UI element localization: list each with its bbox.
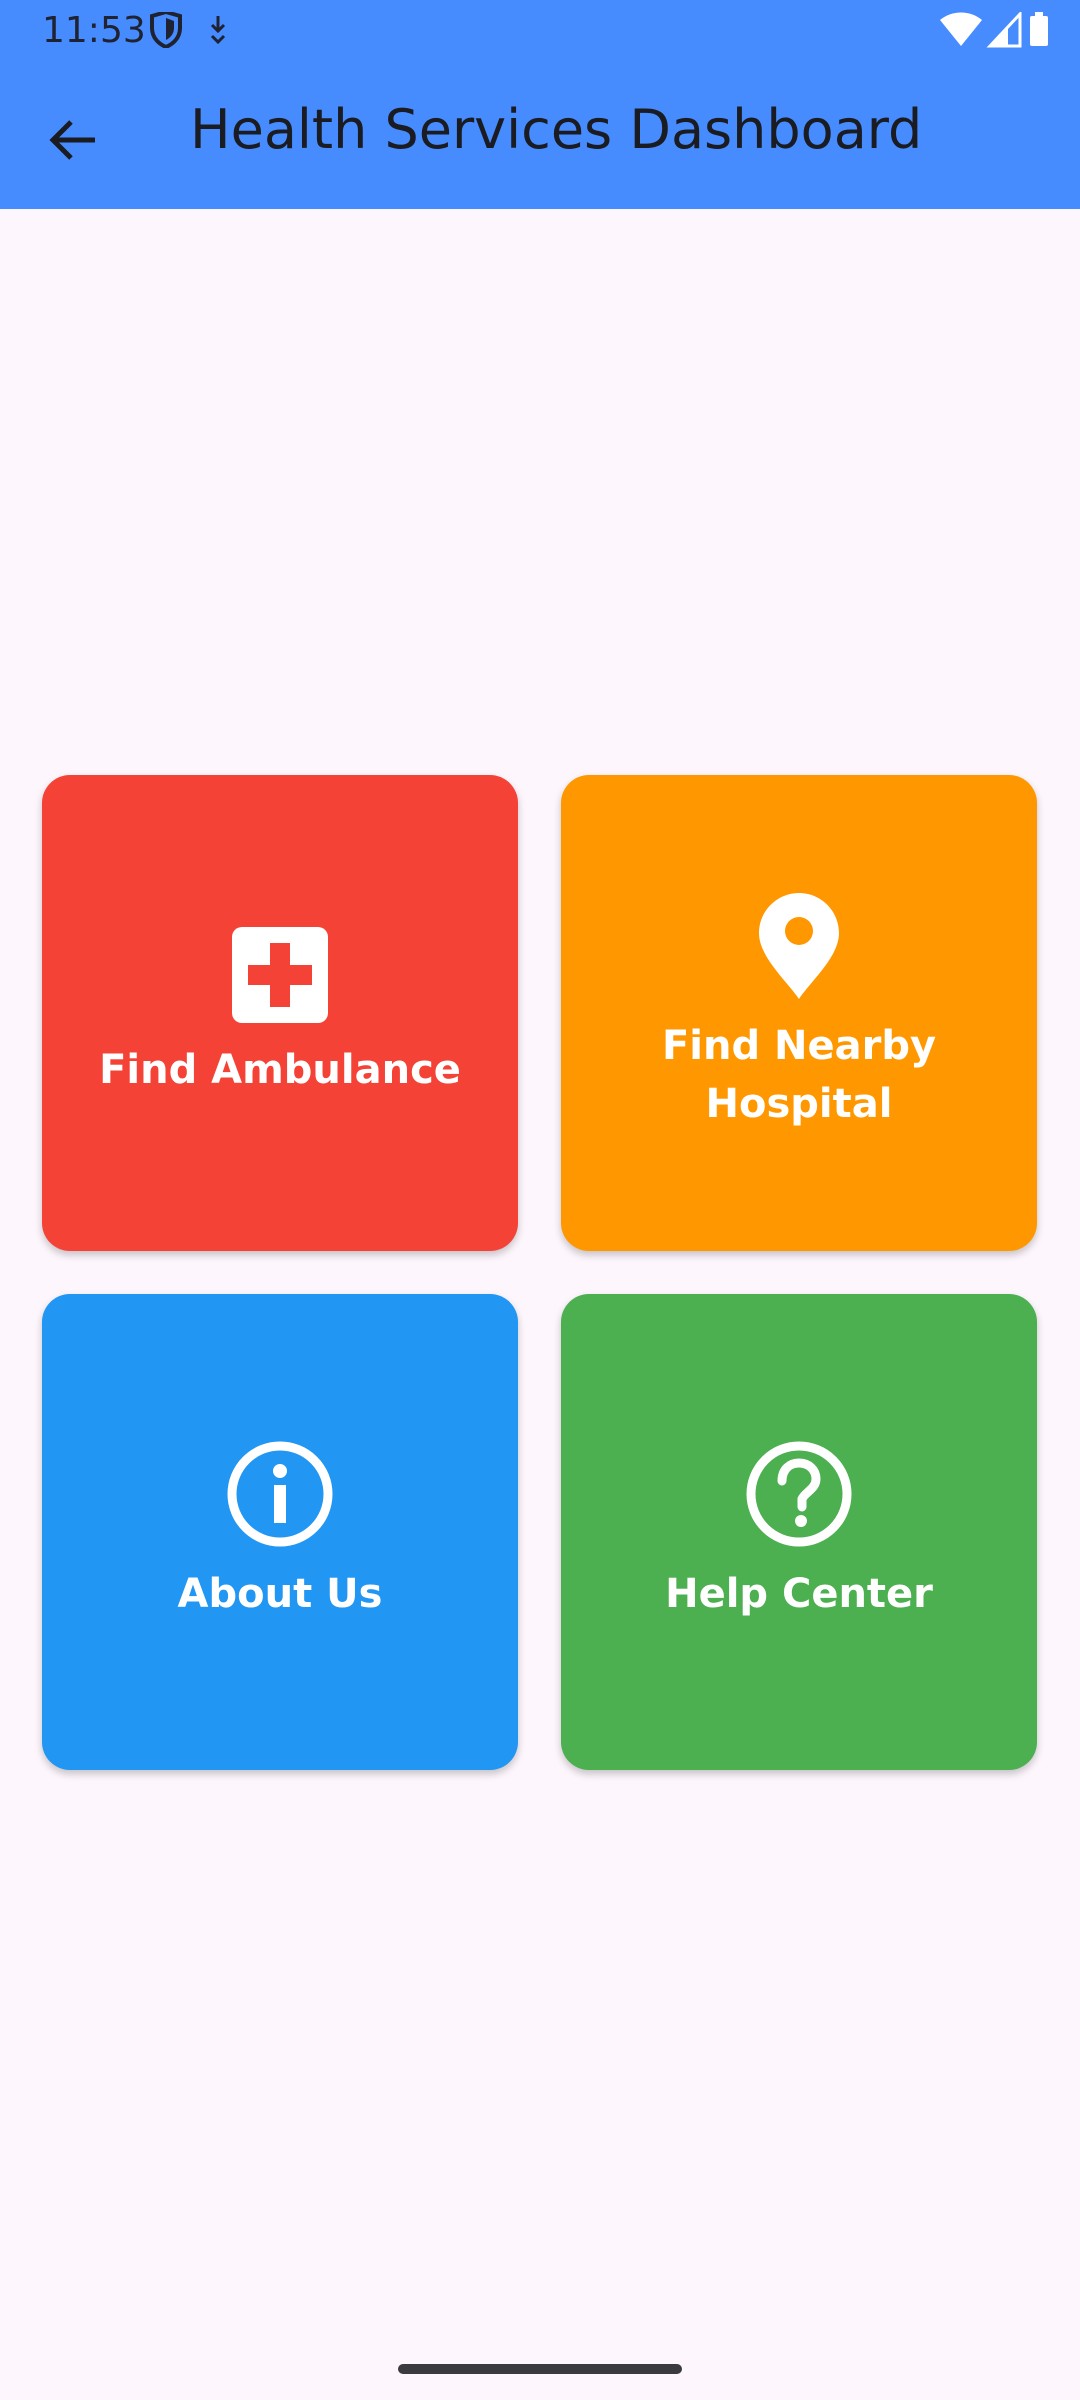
download-status-icon	[210, 16, 226, 45]
home-indicator[interactable]	[398, 2364, 682, 2374]
back-button[interactable]	[30, 97, 116, 183]
signal-icon	[986, 10, 1022, 48]
find-ambulance-tile[interactable]: Find Ambulance	[42, 775, 518, 1251]
help-center-label: Help Center	[665, 1571, 933, 1617]
arrow-back-icon	[49, 120, 95, 160]
about-us-tile[interactable]: About Us	[42, 1294, 518, 1770]
status-system-icons	[940, 10, 1050, 52]
status-notification-icons	[146, 9, 236, 52]
find-ambulance-label: Find Ambulance	[99, 1047, 461, 1093]
find-nearby-hospital-label: Find Nearby Hospital	[661, 1023, 937, 1127]
location-pin-icon	[759, 893, 839, 1003]
shield-icon	[150, 9, 182, 50]
toolbar: Health Services Dashboard	[0, 60, 1080, 209]
find-nearby-hospital-tile[interactable]: Find Nearby Hospital	[561, 775, 1037, 1251]
help-center-tile[interactable]: Help Center	[561, 1294, 1037, 1770]
medical-cross-icon	[232, 927, 328, 1027]
info-icon	[227, 1441, 333, 1551]
status-bar: 11:53	[0, 0, 1080, 60]
help-icon	[746, 1441, 852, 1551]
battery-icon	[1030, 12, 1048, 46]
page-title: Health Services Dashboard	[190, 98, 923, 161]
app-bar: 11:53 Health Services Dashboard	[0, 0, 1080, 209]
wifi-icon	[940, 12, 982, 46]
about-us-label: About Us	[177, 1571, 383, 1617]
status-time: 11:53	[42, 10, 146, 51]
